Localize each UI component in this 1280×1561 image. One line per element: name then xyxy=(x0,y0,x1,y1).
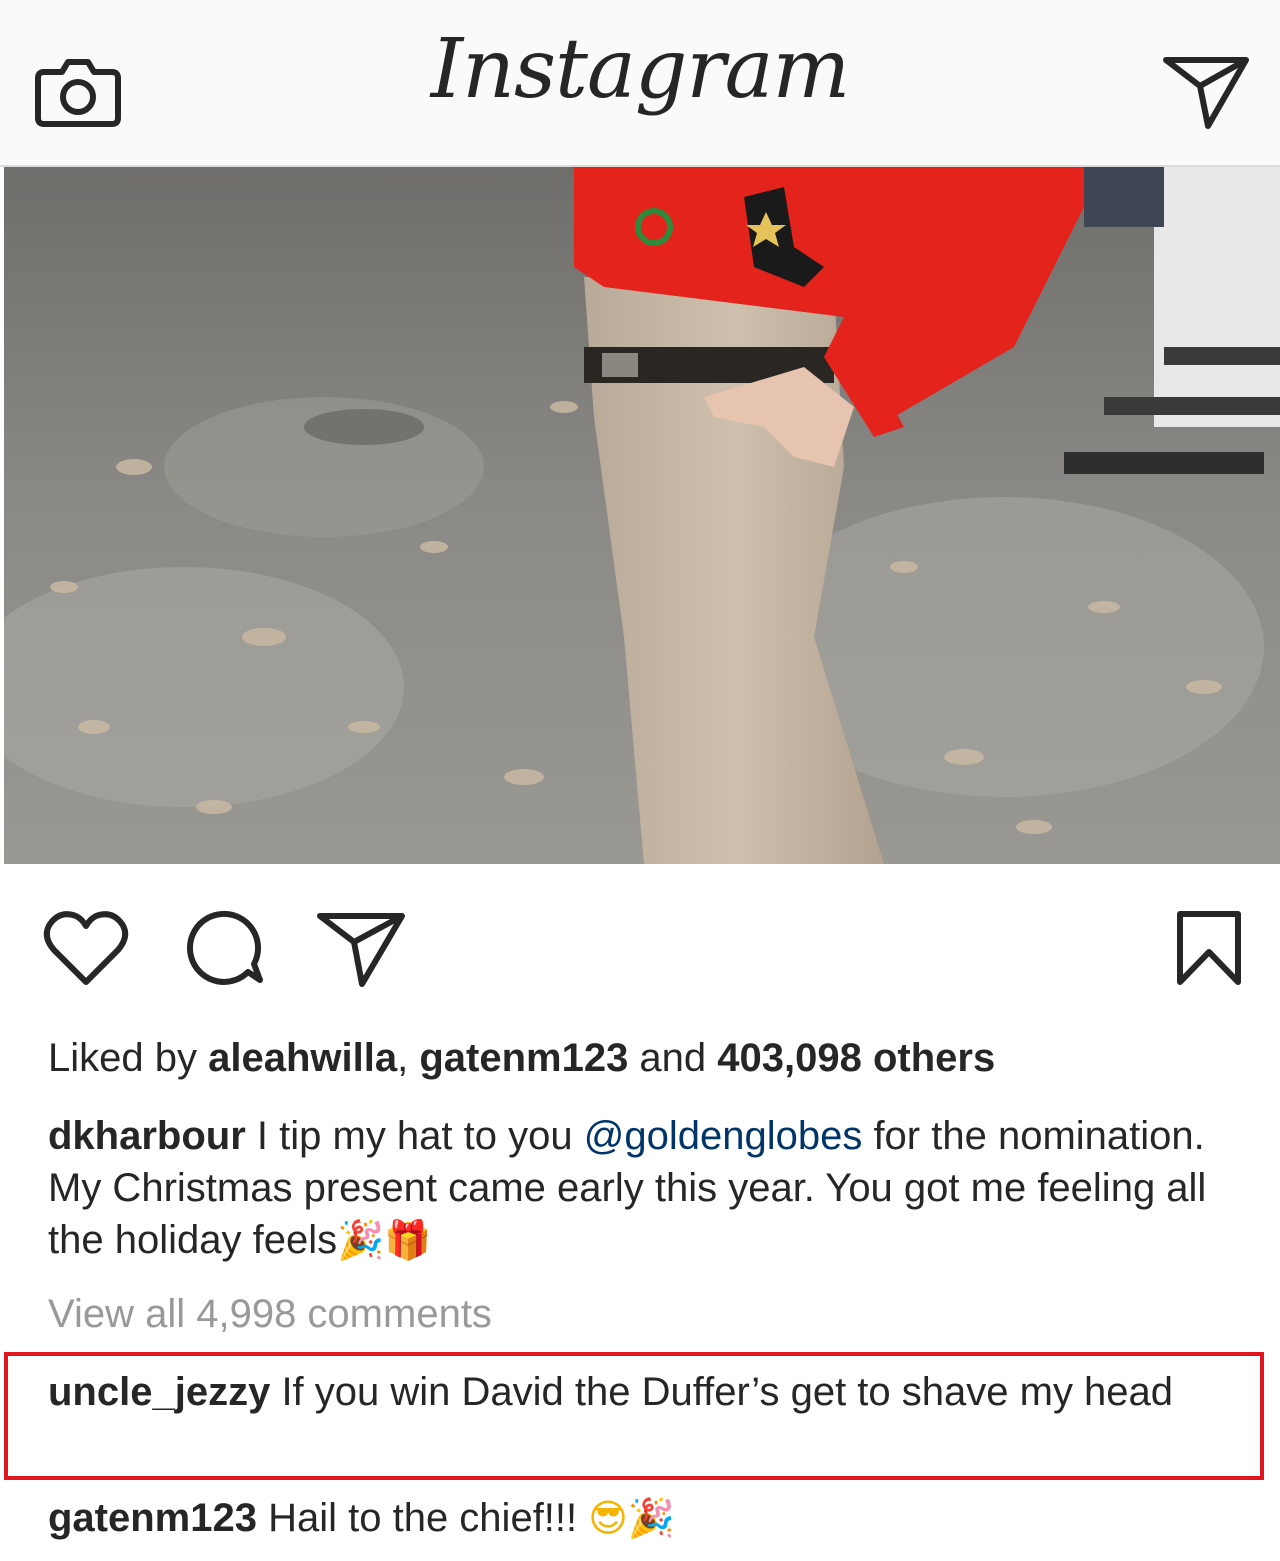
liker-username[interactable]: gatenm123 xyxy=(419,1036,628,1080)
comment-bubble-icon xyxy=(186,910,263,985)
party-popper-emoji: 🎉 xyxy=(627,1496,676,1540)
post-image xyxy=(4,167,1280,864)
direct-message-icon[interactable] xyxy=(1160,52,1252,132)
paper-plane-icon xyxy=(317,913,405,987)
comment-username[interactable]: gatenm123 xyxy=(48,1496,257,1540)
party-popper-emoji: 🎉 xyxy=(337,1218,385,1262)
comment-text: If you win David the Duffer’s get to sha… xyxy=(270,1370,1174,1414)
post-caption: dkharbour I tip my hat to you @goldenglo… xyxy=(48,1110,1258,1266)
view-all-comments-link[interactable]: View all 4,998 comments xyxy=(48,1290,492,1338)
share-button[interactable] xyxy=(316,908,406,988)
likes-summary: Liked by aleahwilla, gatenm123 and 403,0… xyxy=(48,1034,995,1082)
heart-icon xyxy=(43,911,129,985)
sunglasses-emoji: 😎 xyxy=(588,1496,628,1540)
top-bar: Instagram xyxy=(0,0,1280,167)
comment-username[interactable]: uncle_jezzy xyxy=(48,1370,270,1414)
instagram-logo: Instagram xyxy=(430,22,850,117)
caption-text: I tip my hat to you xyxy=(245,1114,584,1158)
likes-and: and xyxy=(628,1036,718,1080)
post-photo[interactable] xyxy=(4,167,1280,864)
comment-item: uncle_jezzy If you win David the Duffer’… xyxy=(48,1366,1248,1418)
likes-prefix: Liked by xyxy=(48,1036,209,1080)
like-button[interactable] xyxy=(42,908,130,988)
comment-text: Hail to the chief!!! xyxy=(256,1496,589,1540)
caption-username[interactable]: dkharbour xyxy=(48,1114,246,1158)
likes-separator: , xyxy=(397,1036,420,1080)
gift-emoji: 🎁 xyxy=(384,1218,432,1262)
bookmark-icon xyxy=(1177,911,1241,985)
liker-username[interactable]: aleahwilla xyxy=(208,1036,397,1080)
save-button[interactable] xyxy=(1172,908,1246,988)
mention-link[interactable]: @goldenglobes xyxy=(584,1114,863,1158)
comment-item: gatenm123 Hail to the chief!!! 😎🎉 xyxy=(48,1494,675,1542)
likes-count-link[interactable]: 403,098 others xyxy=(717,1036,995,1080)
comment-button[interactable] xyxy=(182,908,266,988)
